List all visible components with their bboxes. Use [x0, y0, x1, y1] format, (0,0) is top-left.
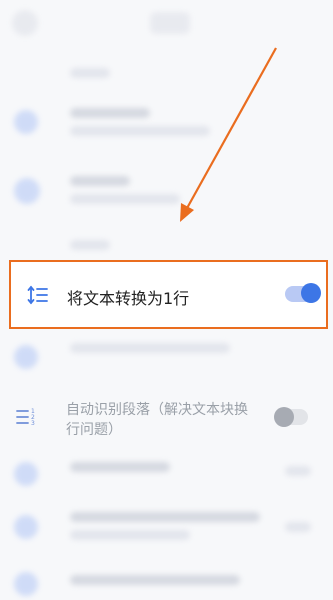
item-desc-blur: [70, 126, 210, 136]
item-icon-blur: [14, 462, 38, 486]
item-desc-blur: [70, 530, 190, 540]
item-value-blur: [285, 522, 311, 532]
item-title-blur: [70, 462, 170, 472]
page-title-blur: [150, 12, 190, 34]
auto-paragraph-label: 自动识别段落（解决文本块换行问题）: [66, 402, 248, 438]
item-icon-blur: [14, 178, 40, 204]
section-label-blur: [70, 240, 110, 250]
item-value-blur: [285, 466, 311, 476]
item-icon-blur: [14, 345, 38, 369]
item-title-blur: [70, 108, 150, 118]
svg-text:3: 3: [31, 420, 35, 427]
line-height-icon: [27, 284, 49, 306]
item-icon-blur: [14, 572, 38, 596]
back-icon: [12, 10, 38, 36]
auto-paragraph-toggle[interactable]: [274, 407, 308, 427]
item-title-blur: [70, 512, 260, 522]
item-icon-blur: [14, 515, 38, 539]
item-title-blur: [70, 176, 130, 186]
toggle-knob: [301, 283, 321, 303]
numbered-list-icon: 1 2 3: [15, 406, 37, 428]
section-label-blur: [70, 68, 110, 78]
item-title-blur: [70, 575, 240, 585]
item-desc-blur: [70, 343, 230, 353]
convert-to-one-line-toggle[interactable]: [285, 283, 321, 303]
toggle-knob: [274, 407, 294, 427]
item-desc-blur: [70, 194, 180, 204]
convert-to-one-line-label: 将文本转换为1行: [67, 289, 190, 308]
convert-to-one-line-row[interactable]: 将文本转换为1行: [9, 260, 328, 329]
item-icon-blur: [14, 110, 38, 134]
